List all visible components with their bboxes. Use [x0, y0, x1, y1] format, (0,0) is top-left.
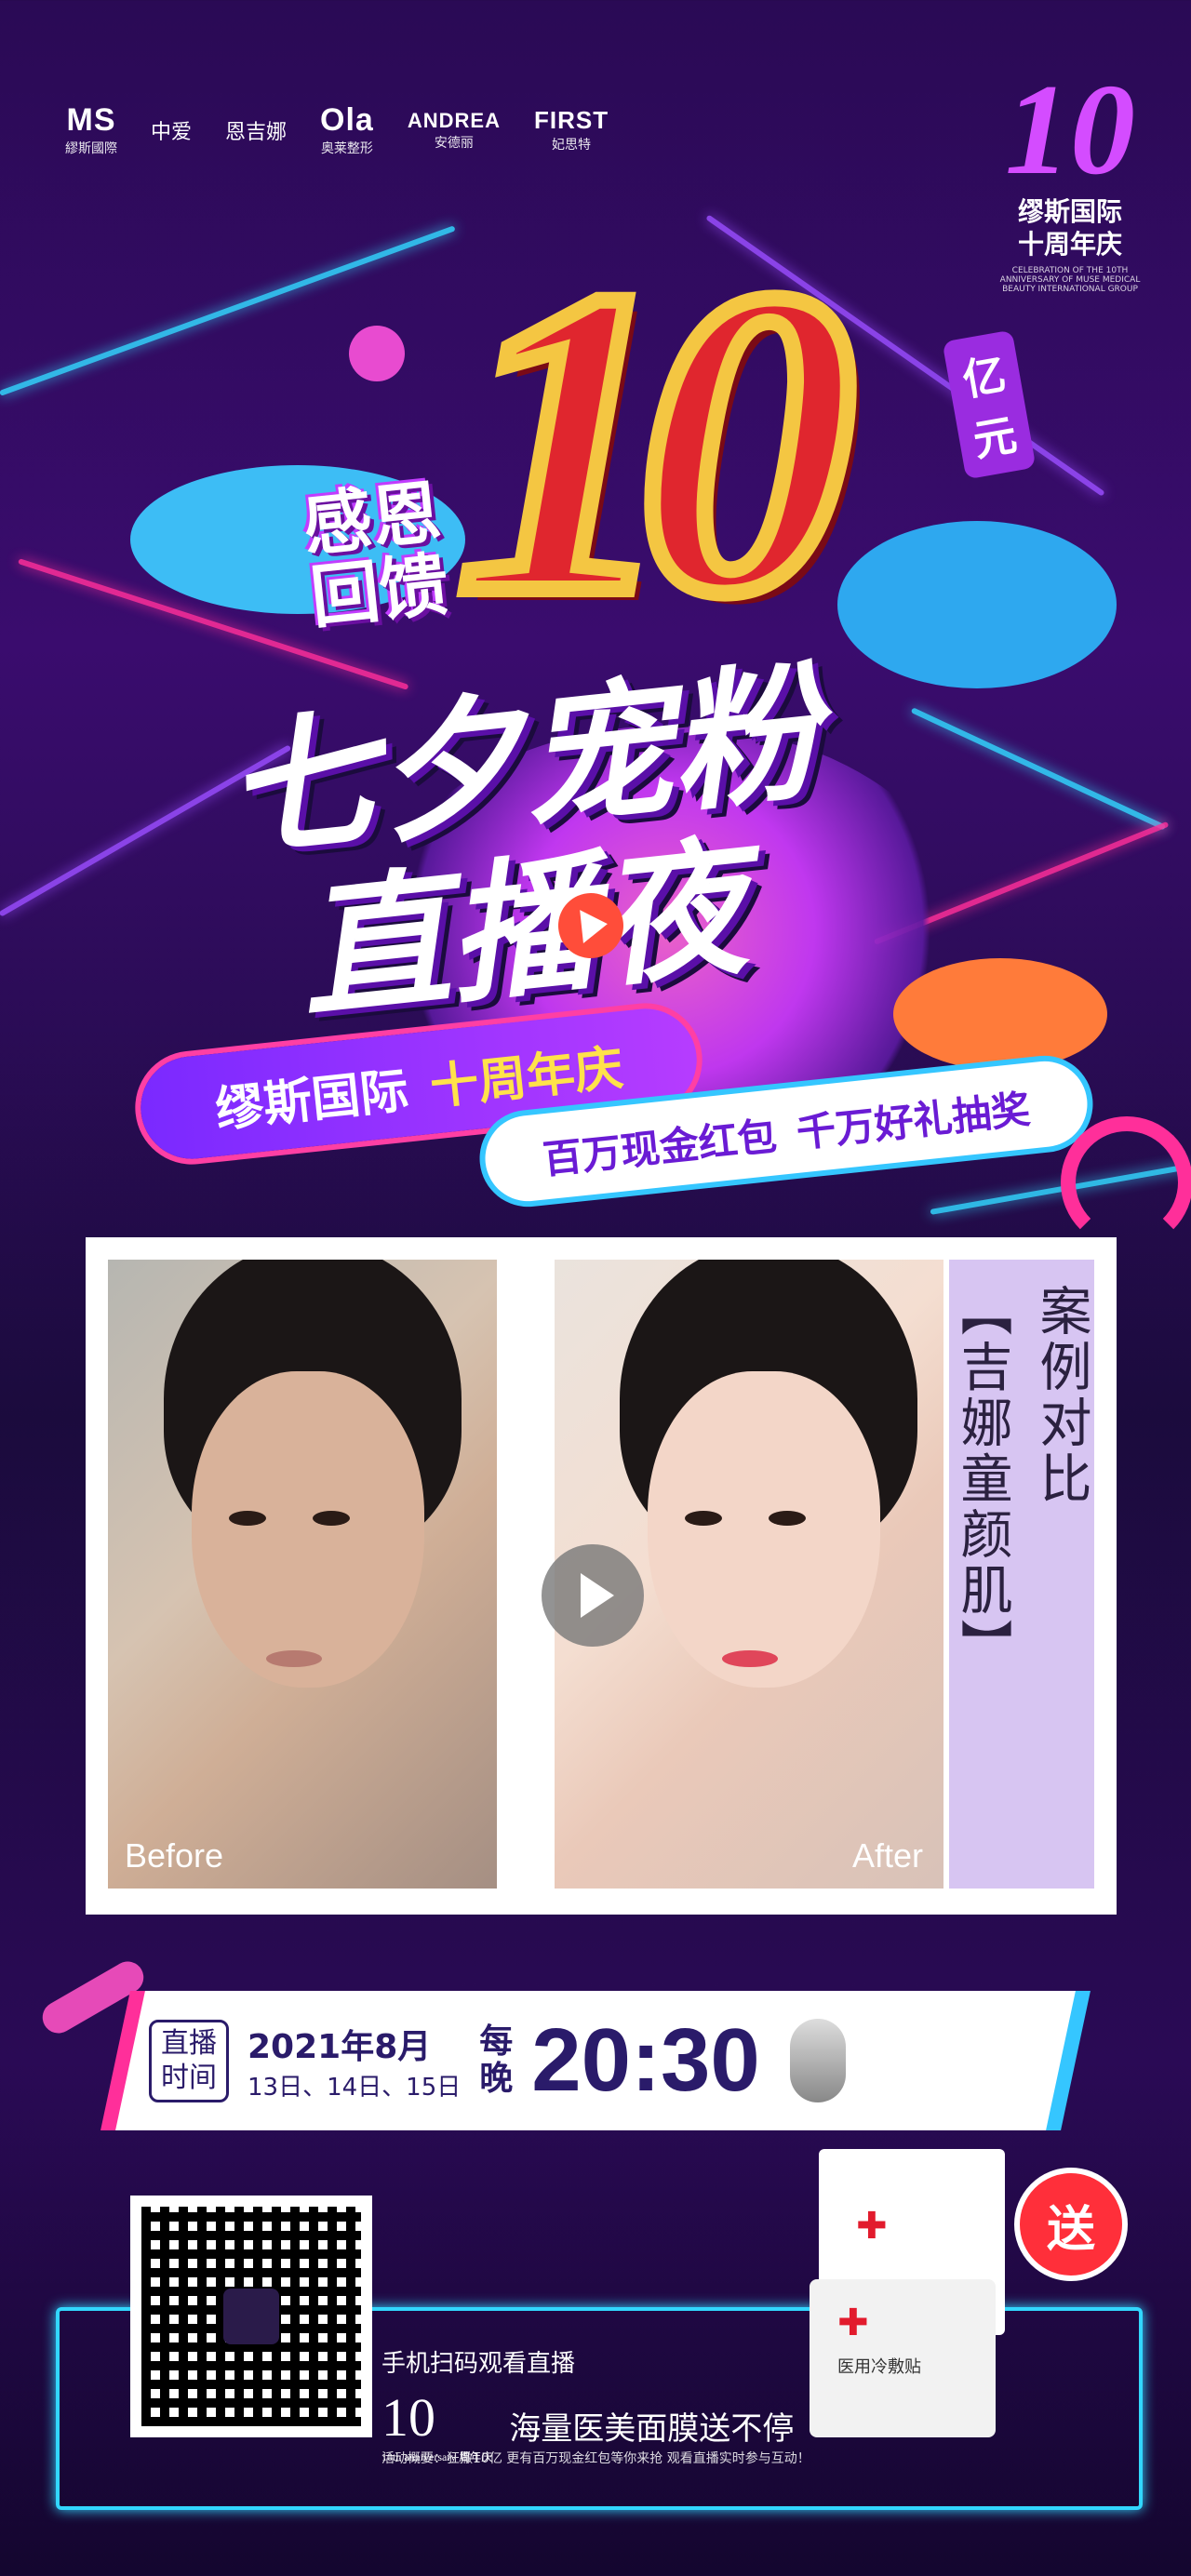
qr-code[interactable] — [130, 2196, 372, 2437]
red-cross-icon: ✚ — [856, 2205, 888, 2248]
gift-badge: 送 — [1014, 2168, 1128, 2281]
mask-pack-front: ✚ 医用冷敷贴 — [810, 2279, 996, 2437]
logo-ola: Ola 奥莱整形 — [320, 102, 374, 155]
anniversary-badge: 10 缪斯国际 十周年庆 CELEBRATION OF THE 10TH ANN… — [999, 58, 1141, 295]
microphone-icon — [789, 2019, 846, 2102]
logo-ms: MS 繆斯國際 — [65, 102, 117, 155]
before-photo: Before — [108, 1260, 497, 1889]
after-label: After — [851, 1836, 923, 1875]
live-time-box: 直播 时间 — [149, 2019, 229, 2102]
scan-text: 手机扫码观看直播 — [381, 2350, 576, 2378]
lipstick-icon — [36, 1955, 150, 2039]
red-cross-icon: ✚ — [837, 2302, 869, 2344]
unit-badge: 亿 元 — [942, 329, 1037, 480]
partner-logos: MS 繆斯國際 中爱 恩吉娜 Ola 奥莱整形 ANDREA 安德丽 FIRST… — [65, 102, 609, 157]
tagline: 感恩 回馈 — [299, 472, 453, 638]
logo-enjina: 恩吉娜 — [225, 119, 288, 143]
event-description: 活动概要：狂撒10亿 更有百万现金红包等你来抢 观看直播实时参与互动！ — [381, 2451, 810, 2466]
big-number-10: 10 — [448, 199, 864, 684]
blue-cloud — [837, 521, 1117, 688]
logo-zhongai: 中爱 — [151, 119, 193, 143]
live-dates: 2021年8月 13日、14日、15日 — [248, 2027, 462, 2102]
schedule-content: 直播 时间 2021年8月 13日、14日、15日 每 晚 20:30 — [149, 1995, 1042, 2126]
video-play-button[interactable] — [542, 1544, 644, 1647]
ball — [349, 326, 405, 381]
every-night: 每 晚 — [479, 2022, 514, 2098]
comparison-card: Before After 【吉娜童颜肌】 案例对比 — [86, 1237, 1117, 1915]
qr-logo-icon — [223, 2289, 279, 2344]
case-title: 【吉娜童颜肌】 案例对比 — [949, 1260, 1094, 1889]
orange-cloud — [893, 958, 1107, 1070]
headphones-icon — [1061, 1116, 1191, 1248]
neon-line — [910, 707, 1167, 831]
logo-first: FIRST 妃思特 — [533, 106, 609, 152]
live-time: 20:30 — [531, 2010, 760, 2110]
logo-andrea: ANDREA 安德丽 — [407, 108, 501, 150]
before-label: Before — [125, 1836, 224, 1875]
